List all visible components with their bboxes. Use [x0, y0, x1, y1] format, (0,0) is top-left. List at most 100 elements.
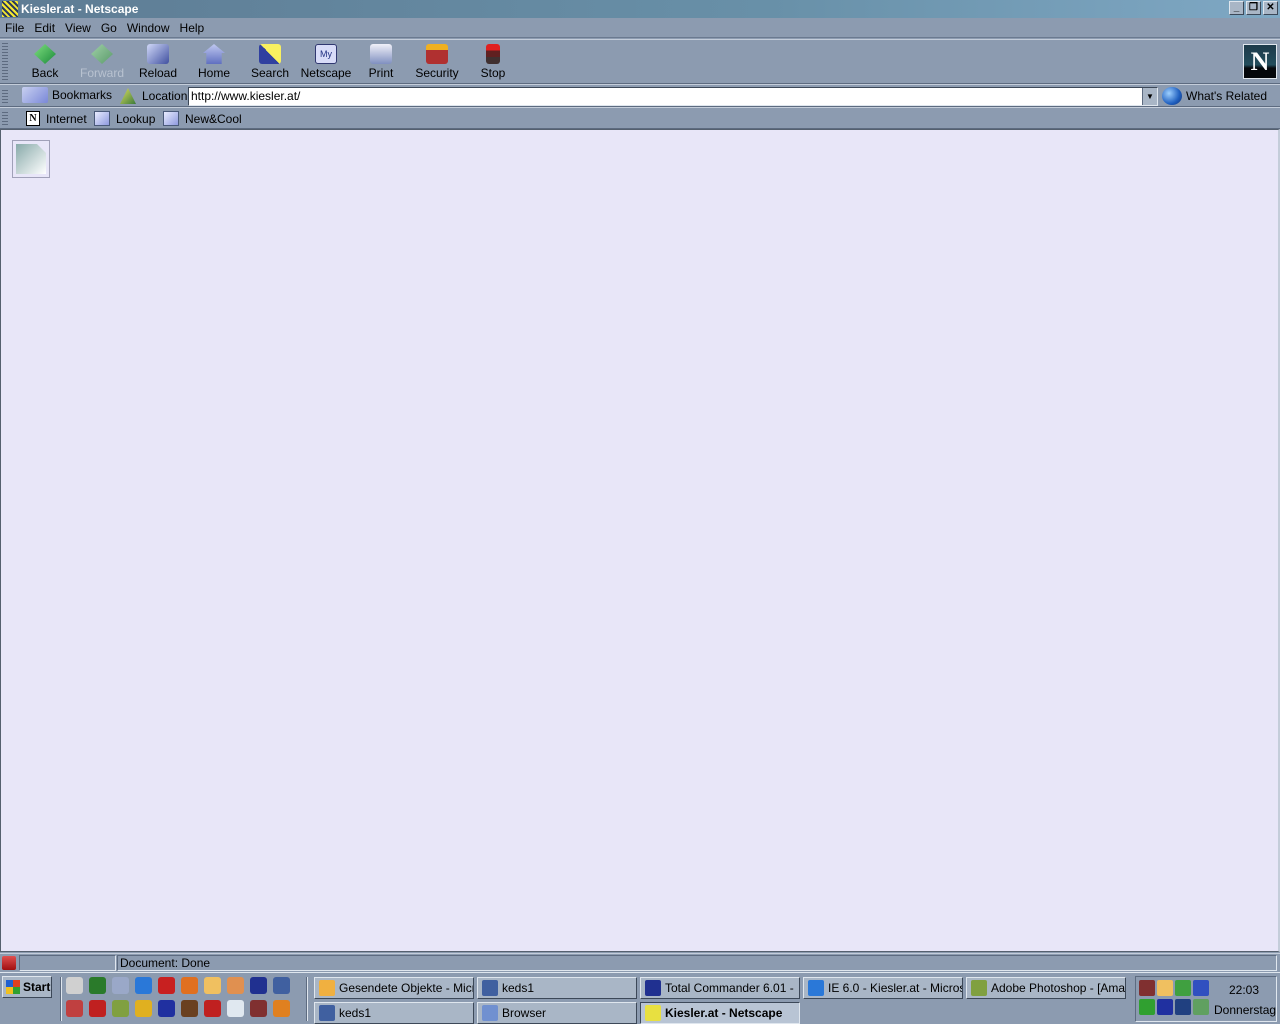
- toolbar-grip[interactable]: [2, 88, 8, 103]
- url-input[interactable]: http://www.kiesler.at/ ▼: [188, 87, 1158, 106]
- status-text: Document: Done: [117, 955, 1277, 971]
- checkmark-icon[interactable]: [273, 1000, 290, 1017]
- reload-button[interactable]: Reload: [131, 42, 185, 82]
- netscape-page-icon: N: [26, 111, 40, 126]
- network-icon[interactable]: [273, 977, 290, 994]
- cat-icon[interactable]: [227, 977, 244, 994]
- pencil-icon[interactable]: [135, 1000, 152, 1017]
- refresh-icon[interactable]: [1193, 980, 1209, 996]
- padlock-icon: [426, 44, 448, 64]
- chevron-down-icon: ▼: [1146, 92, 1154, 101]
- page-proxy-icon[interactable]: [120, 88, 136, 104]
- toolbar-grip[interactable]: [2, 43, 8, 80]
- start-button[interactable]: Start: [2, 976, 52, 998]
- toolbar-grip[interactable]: [2, 111, 8, 125]
- taskbar-button[interactable]: Browser: [477, 1002, 637, 1024]
- internet-explorer-icon: [808, 980, 824, 996]
- kx-icon[interactable]: [1157, 999, 1173, 1015]
- clock-icon[interactable]: [204, 977, 221, 994]
- print-button[interactable]: Print: [354, 42, 408, 82]
- folder-bookmark-icon: [94, 111, 110, 126]
- skull-icon[interactable]: [66, 977, 83, 994]
- menu-view[interactable]: View: [60, 21, 96, 35]
- clock-icon[interactable]: [1157, 980, 1173, 996]
- photoshop-feather-icon: [971, 980, 987, 996]
- security-button[interactable]: Security: [410, 42, 464, 82]
- forward-button[interactable]: Forward: [75, 42, 129, 82]
- shield-s-icon[interactable]: [1139, 980, 1155, 996]
- network-computer-icon: [319, 1005, 335, 1021]
- binoculars-icon[interactable]: [89, 977, 106, 994]
- taskbar-button[interactable]: Gesendete Objekte - Micr...: [314, 977, 474, 999]
- menu-file[interactable]: File: [0, 21, 29, 35]
- photoshop-feather-icon[interactable]: [112, 1000, 129, 1017]
- reload-icon: [147, 44, 169, 64]
- taskbar-button[interactable]: keds1: [314, 1002, 474, 1024]
- stop-button[interactable]: Stop: [466, 42, 520, 82]
- counter-518-icon[interactable]: [1139, 999, 1155, 1015]
- netscape-icon: [645, 1005, 661, 1021]
- floppy-disk-icon[interactable]: [250, 977, 267, 994]
- personal-item-new-and-cool[interactable]: New&Cool: [163, 111, 242, 126]
- acrobat-icon[interactable]: [89, 1000, 106, 1017]
- taskbar-button-label: Total Commander 6.01 -: [665, 981, 794, 995]
- location-label: Location:: [142, 89, 191, 103]
- green-arrow-icon[interactable]: [1193, 999, 1209, 1015]
- taskbar-button[interactable]: keds1: [477, 977, 637, 999]
- location-toolbar: Bookmarks Location: http://www.kiesler.a…: [0, 84, 1280, 107]
- meter-icon[interactable]: [1175, 980, 1191, 996]
- taskbar-button-label: keds1: [502, 981, 535, 995]
- personal-toolbar: N Internet Lookup New&Cool: [0, 107, 1280, 129]
- window-title: Kiesler.at - Netscape: [21, 2, 139, 16]
- firefox-icon[interactable]: [181, 977, 198, 994]
- a-circle-icon[interactable]: [1175, 999, 1191, 1015]
- internet-explorer-icon[interactable]: [135, 977, 152, 994]
- taskbar-button[interactable]: Kiesler.at - Netscape: [640, 1002, 800, 1024]
- personal-item-internet[interactable]: N Internet: [26, 111, 87, 126]
- search-button[interactable]: Search: [243, 42, 297, 82]
- text-app-icon[interactable]: [66, 1000, 83, 1017]
- page-content: [0, 129, 1280, 952]
- whats-related-button[interactable]: What's Related: [1162, 87, 1267, 105]
- x-app-icon[interactable]: [158, 1000, 175, 1017]
- outlook-clock-icon: [319, 980, 335, 996]
- apple-icon[interactable]: [204, 1000, 221, 1017]
- clock-time[interactable]: 22:03: [1224, 983, 1264, 997]
- personal-item-lookup[interactable]: Lookup: [94, 111, 155, 126]
- restore-button[interactable]: ❐: [1246, 1, 1261, 15]
- taskbar-button[interactable]: Adobe Photoshop - [Amay...: [966, 977, 1126, 999]
- back-button[interactable]: Back: [18, 42, 72, 82]
- menu-window[interactable]: Window: [122, 21, 175, 35]
- netscape-logo[interactable]: N: [1243, 44, 1277, 79]
- minimize-button[interactable]: _: [1229, 1, 1244, 15]
- url-history-dropdown[interactable]: ▼: [1142, 88, 1157, 105]
- netscape-button[interactable]: My Netscape: [299, 42, 353, 82]
- portrait-icon[interactable]: [181, 1000, 198, 1017]
- menu-go[interactable]: Go: [96, 21, 122, 35]
- taskbar-button-label: Browser: [502, 1006, 547, 1020]
- floppy-disk-icon: [645, 980, 661, 996]
- broken-image[interactable]: [12, 140, 50, 178]
- menu-help[interactable]: Help: [175, 21, 210, 35]
- my-netscape-icon: My: [315, 44, 337, 64]
- app-icon[interactable]: [112, 977, 129, 994]
- folder-bookmark-icon: [163, 111, 179, 126]
- close-button[interactable]: ✕: [1263, 1, 1278, 15]
- folder-open-icon: [482, 1005, 498, 1021]
- taskbar-button-label: Adobe Photoshop - [Amay...: [991, 981, 1126, 995]
- clock-day: Donnerstag: [1214, 1003, 1277, 1017]
- opera-icon[interactable]: [158, 977, 175, 994]
- printer-icon: [370, 44, 392, 64]
- network-computer-icon: [482, 980, 498, 996]
- navigation-toolbar: Back Forward Reload Home Search My Netsc…: [0, 39, 1280, 84]
- menu-edit[interactable]: Edit: [29, 21, 60, 35]
- security-lock-icon[interactable]: [2, 956, 16, 970]
- taskbar-button[interactable]: Total Commander 6.01 -: [640, 977, 800, 999]
- bookmarks-button[interactable]: Bookmarks: [22, 87, 112, 103]
- taskbar-button-label: keds1: [339, 1006, 372, 1020]
- taskbar-button[interactable]: IE 6.0 - Kiesler.at - Micros...: [803, 977, 963, 999]
- shield-s-icon[interactable]: [250, 1000, 267, 1017]
- home-button[interactable]: Home: [187, 42, 241, 82]
- sketch-icon[interactable]: [227, 1000, 244, 1017]
- taskbar-separator: [60, 977, 62, 1021]
